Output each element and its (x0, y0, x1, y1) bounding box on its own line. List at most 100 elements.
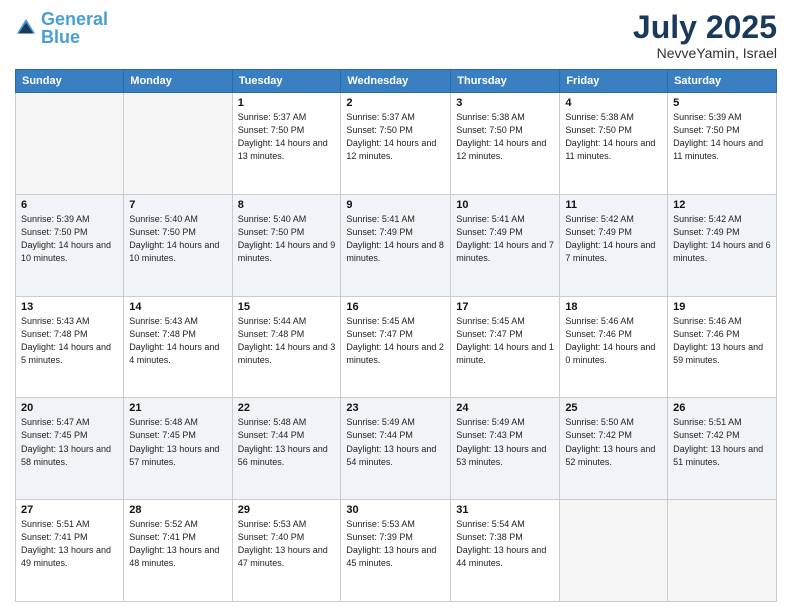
day-info: Sunrise: 5:41 AMSunset: 7:49 PMDaylight:… (456, 213, 554, 265)
table-row: 24Sunrise: 5:49 AMSunset: 7:43 PMDayligh… (451, 398, 560, 500)
table-row: 23Sunrise: 5:49 AMSunset: 7:44 PMDayligh… (341, 398, 451, 500)
day-info: Sunrise: 5:53 AMSunset: 7:40 PMDaylight:… (238, 518, 336, 570)
day-info: Sunrise: 5:42 AMSunset: 7:49 PMDaylight:… (565, 213, 662, 265)
day-number: 21 (129, 402, 226, 414)
table-row: 26Sunrise: 5:51 AMSunset: 7:42 PMDayligh… (668, 398, 777, 500)
table-row: 13 Sunrise: 5:43 AMSunset: 7:48 PMDayligh… (16, 296, 124, 398)
calendar-header-row: Sunday Monday Tuesday Wednesday Thursday… (16, 70, 777, 93)
table-row: 30 Sunrise: 5:53 AMSunset: 7:39 PMDayligh… (341, 500, 451, 602)
day-info: Sunrise: 5:48 AMSunset: 7:45 PMDaylight:… (129, 416, 226, 468)
calendar-week-row: 1 Sunrise: 5:37 AMSunset: 7:50 PMDaylight… (16, 93, 777, 195)
table-row: 29 Sunrise: 5:53 AMSunset: 7:40 PMDayligh… (232, 500, 341, 602)
header-sunday: Sunday (16, 70, 124, 93)
day-number: 18 (565, 301, 662, 313)
table-row: 1 Sunrise: 5:37 AMSunset: 7:50 PMDaylight… (232, 93, 341, 195)
calendar-week-row: 27 Sunrise: 5:51 AMSunset: 7:41 PMDayligh… (16, 500, 777, 602)
table-row: 27 Sunrise: 5:51 AMSunset: 7:41 PMDayligh… (16, 500, 124, 602)
day-number: 9 (346, 199, 445, 211)
table-row: 31 Sunrise: 5:54 AMSunset: 7:38 PMDayligh… (451, 500, 560, 602)
day-number: 31 (456, 504, 554, 516)
day-number: 6 (21, 199, 118, 211)
day-info: Sunrise: 5:41 AMSunset: 7:49 PMDaylight:… (346, 213, 445, 265)
day-number: 19 (673, 301, 771, 313)
day-number: 22 (238, 402, 336, 414)
day-number: 25 (565, 402, 662, 414)
day-info: Sunrise: 5:49 AMSunset: 7:44 PMDaylight:… (346, 416, 445, 468)
header-wednesday: Wednesday (341, 70, 451, 93)
header-friday: Friday (560, 70, 668, 93)
day-info: Sunrise: 5:43 AMSunset: 7:48 PMDaylight:… (21, 315, 118, 367)
day-info: Sunrise: 5:47 AMSunset: 7:45 PMDaylight:… (21, 416, 118, 468)
table-row: 6Sunrise: 5:39 AMSunset: 7:50 PMDaylight… (16, 194, 124, 296)
day-number: 4 (565, 97, 662, 109)
day-info: Sunrise: 5:45 AMSunset: 7:47 PMDaylight:… (456, 315, 554, 367)
calendar-table: Sunday Monday Tuesday Wednesday Thursday… (15, 69, 777, 602)
day-info: Sunrise: 5:48 AMSunset: 7:44 PMDaylight:… (238, 416, 336, 468)
day-number: 16 (346, 301, 445, 313)
day-number: 8 (238, 199, 336, 211)
day-number: 27 (21, 504, 118, 516)
table-row: 2 Sunrise: 5:37 AMSunset: 7:50 PMDaylight… (341, 93, 451, 195)
table-row: 9 Sunrise: 5:41 AMSunset: 7:49 PMDaylight… (341, 194, 451, 296)
location-subtitle: NevveYamin, Israel (633, 45, 777, 61)
day-info: Sunrise: 5:37 AMSunset: 7:50 PMDaylight:… (346, 111, 445, 163)
table-row: 28Sunrise: 5:52 AMSunset: 7:41 PMDayligh… (124, 500, 232, 602)
table-row: 4Sunrise: 5:38 AMSunset: 7:50 PMDaylight… (560, 93, 668, 195)
table-row: 5Sunrise: 5:39 AMSunset: 7:50 PMDaylight… (668, 93, 777, 195)
table-row: 12 Sunrise: 5:42 AMSunset: 7:49 PMDayligh… (668, 194, 777, 296)
day-info: Sunrise: 5:45 AMSunset: 7:47 PMDaylight:… (346, 315, 445, 367)
day-info: Sunrise: 5:51 AMSunset: 7:42 PMDaylight:… (673, 416, 771, 468)
table-row (560, 500, 668, 602)
table-row: 20 Sunrise: 5:47 AMSunset: 7:45 PMDayligh… (16, 398, 124, 500)
day-number: 2 (346, 97, 445, 109)
day-number: 30 (346, 504, 445, 516)
day-info: Sunrise: 5:37 AMSunset: 7:50 PMDaylight:… (238, 111, 336, 163)
table-row: 7 Sunrise: 5:40 AMSunset: 7:50 PMDaylight… (124, 194, 232, 296)
day-info: Sunrise: 5:54 AMSunset: 7:38 PMDaylight:… (456, 518, 554, 570)
day-number: 17 (456, 301, 554, 313)
day-number: 7 (129, 199, 226, 211)
day-number: 1 (238, 97, 336, 109)
month-title: July 2025 (633, 10, 777, 45)
day-info: Sunrise: 5:51 AMSunset: 7:41 PMDaylight:… (21, 518, 118, 570)
table-row: 14Sunrise: 5:43 AMSunset: 7:48 PMDayligh… (124, 296, 232, 398)
logo-subtext: Blue (41, 28, 108, 46)
day-number: 11 (565, 199, 662, 211)
day-number: 29 (238, 504, 336, 516)
page: General Blue July 2025 NevveYamin, Israe… (0, 0, 792, 612)
header-saturday: Saturday (668, 70, 777, 93)
day-info: Sunrise: 5:50 AMSunset: 7:42 PMDaylight:… (565, 416, 662, 468)
table-row: 8 Sunrise: 5:40 AMSunset: 7:50 PMDaylight… (232, 194, 341, 296)
day-info: Sunrise: 5:53 AMSunset: 7:39 PMDaylight:… (346, 518, 445, 570)
day-info: Sunrise: 5:40 AMSunset: 7:50 PMDaylight:… (238, 213, 336, 265)
table-row: 21 Sunrise: 5:48 AMSunset: 7:45 PMDayligh… (124, 398, 232, 500)
table-row: 11 Sunrise: 5:42 AMSunset: 7:49 PMDayligh… (560, 194, 668, 296)
day-number: 13 (21, 301, 118, 313)
table-row: 17 Sunrise: 5:45 AMSunset: 7:47 PMDayligh… (451, 296, 560, 398)
table-row (124, 93, 232, 195)
day-number: 12 (673, 199, 771, 211)
day-info: Sunrise: 5:39 AMSunset: 7:50 PMDaylight:… (673, 111, 771, 163)
day-info: Sunrise: 5:42 AMSunset: 7:49 PMDaylight:… (673, 213, 771, 265)
table-row: 18 Sunrise: 5:46 AMSunset: 7:46 PMDayligh… (560, 296, 668, 398)
header-monday: Monday (124, 70, 232, 93)
day-info: Sunrise: 5:40 AMSunset: 7:50 PMDaylight:… (129, 213, 226, 265)
day-number: 10 (456, 199, 554, 211)
day-info: Sunrise: 5:46 AMSunset: 7:46 PMDaylight:… (673, 315, 771, 367)
table-row: 22 Sunrise: 5:48 AMSunset: 7:44 PMDayligh… (232, 398, 341, 500)
header-tuesday: Tuesday (232, 70, 341, 93)
day-number: 24 (456, 402, 554, 414)
logo-icon (15, 17, 37, 39)
table-row: 15Sunrise: 5:44 AMSunset: 7:48 PMDayligh… (232, 296, 341, 398)
day-number: 20 (21, 402, 118, 414)
calendar-week-row: 6Sunrise: 5:39 AMSunset: 7:50 PMDaylight… (16, 194, 777, 296)
table-row (16, 93, 124, 195)
calendar-week-row: 20 Sunrise: 5:47 AMSunset: 7:45 PMDayligh… (16, 398, 777, 500)
header-thursday: Thursday (451, 70, 560, 93)
day-info: Sunrise: 5:46 AMSunset: 7:46 PMDaylight:… (565, 315, 662, 367)
day-info: Sunrise: 5:38 AMSunset: 7:50 PMDaylight:… (456, 111, 554, 163)
day-number: 3 (456, 97, 554, 109)
calendar-week-row: 13 Sunrise: 5:43 AMSunset: 7:48 PMDayligh… (16, 296, 777, 398)
logo: General Blue (15, 10, 108, 46)
table-row (668, 500, 777, 602)
